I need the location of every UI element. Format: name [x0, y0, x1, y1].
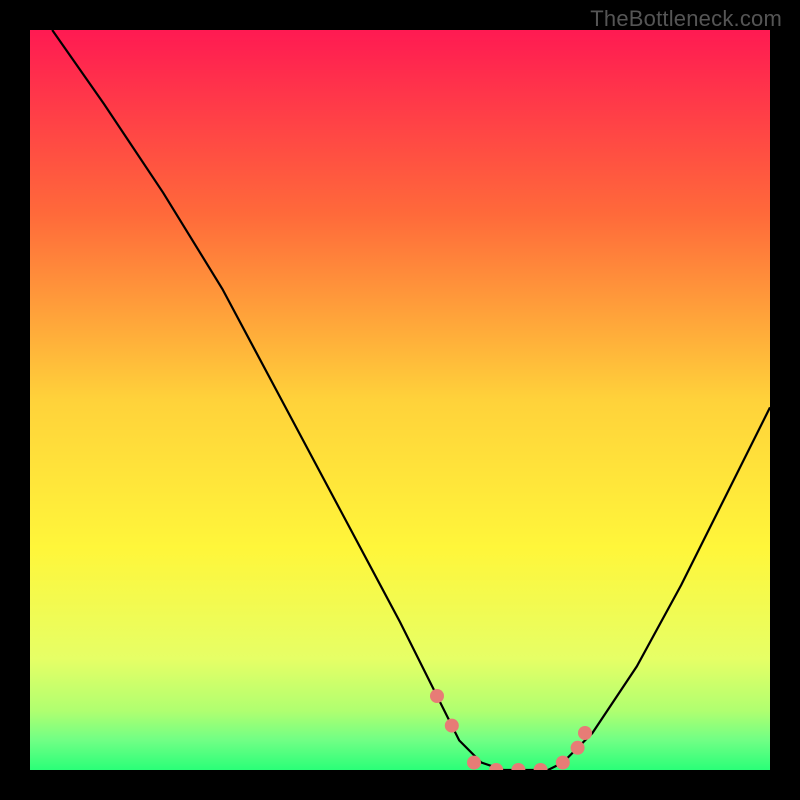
- marker-dot: [534, 763, 548, 770]
- marker-dot: [430, 689, 444, 703]
- marker-dot: [489, 763, 503, 770]
- marker-dot: [445, 719, 459, 733]
- chart-area: [30, 30, 770, 770]
- marker-dot: [511, 763, 525, 770]
- curve-overlay: [30, 30, 770, 770]
- marker-dot: [571, 741, 585, 755]
- watermark-text: TheBottleneck.com: [590, 6, 782, 32]
- marker-dot: [578, 726, 592, 740]
- highlight-markers: [430, 689, 592, 770]
- bottleneck-curve-line: [52, 30, 770, 770]
- marker-dot: [467, 756, 481, 770]
- marker-dot: [556, 756, 570, 770]
